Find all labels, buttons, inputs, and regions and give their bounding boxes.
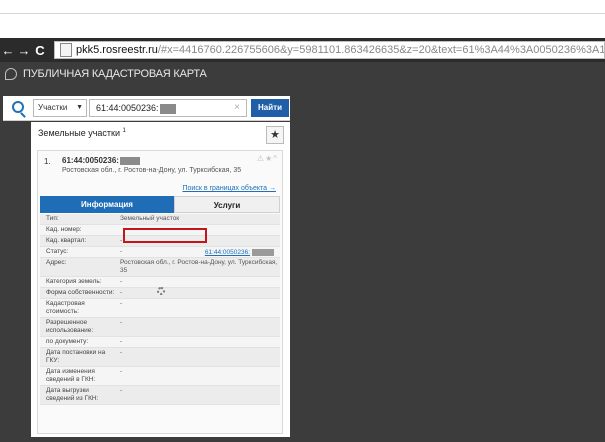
tab-services[interactable]: Услуги [174,196,280,213]
cadastral-number-value[interactable]: 61:44:0050236: [203,248,274,258]
row-label: Дата постановки на ГКУ: [46,349,106,364]
address-bar[interactable]: pkk5.rosreestr.ru/#x=4416760.226755606&y… [54,41,605,59]
boundary-search-link[interactable]: Поиск в границах объекта → [182,185,276,192]
row-label: Разрешенное использование: [46,319,94,334]
table-row: Кадастровая стоимость: - [40,299,280,318]
arrow-right-icon[interactable]: → [16,43,32,58]
cadastral-number-text: 61:44:0050236: [204,249,250,257]
browser-toolbar: ← → C pkk5.rosreestr.ru/#x=4416760.22675… [0,38,605,62]
favorite-button[interactable]: ★ [266,126,284,144]
table-row: Разрешенное использование: - [40,318,280,337]
result-cadastral-number[interactable]: 61:44:0050236: [62,156,140,165]
row-value: - [120,338,123,345]
row-value: Ростовская обл., г. Ростов-на-Дону, ул. … [120,259,278,274]
panel-title: Земельные участки 1 [38,128,126,138]
result-index: 1. [44,157,51,166]
row-label: Кад. номер: [46,226,82,233]
arrow-left-icon[interactable]: ← [0,43,16,58]
highlight-frame [123,228,207,243]
result-tabs: Информация Услуги [40,196,280,213]
row-value: Земельный участок [120,215,180,222]
chevron-down-icon: ▼ [76,104,83,111]
find-button[interactable]: Найти [251,99,289,117]
row-value: - [120,387,123,394]
map-title: ПУБЛИЧНАЯ КАДАСТРОВАЯ КАРТА [5,68,207,80]
tab-info[interactable]: Информация [40,196,174,213]
table-row: Дата изменения сведений в ГКН: - [40,367,280,386]
row-label: Тип: [46,215,59,222]
search-input[interactable]: 61:44:0050236: × [89,99,247,117]
table-row: Тип: Земельный участок [40,214,280,225]
result-address: Ростовская обл., г. Ростов-на-Дону, ул. … [62,167,242,174]
row-value: - [120,368,123,375]
top-blank-area [0,0,605,38]
map-title-text: ПУБЛИЧНАЯ КАДАСТРОВАЯ КАРТА [23,68,207,80]
page-icon [60,43,72,57]
clear-icon[interactable]: × [234,100,240,116]
table-row: Дата постановки на ГКУ: - [40,348,280,367]
row-label: Дата выгрузки сведений из ГКН: [46,387,99,402]
search-bar: Участки ▼ 61:44:0050236: × Найти [3,96,290,121]
search-type-select[interactable]: Участки ▼ [33,99,87,117]
search-type-value: Участки [38,103,68,112]
table-row: Дата выгрузки сведений из ГКН: - [40,386,280,405]
result-action-icons[interactable]: ⚠★^ [257,154,278,163]
row-label: Форма собственности: [46,289,115,296]
result-count: 1 [122,128,126,134]
table-row: по документу: - [40,337,280,348]
redaction-mask [119,156,140,165]
panel-title-text: Земельные участки [38,128,121,138]
row-value: - [120,289,123,296]
row-label: Дата изменения сведений в ГКН: [46,368,96,383]
table-row: Адрес: Ростовская обл., г. Ростов-на-Дону… [40,258,280,277]
url-host: pkk5.rosreestr.ru [76,44,158,56]
row-label: Кадастровая стоимость: [46,300,85,315]
row-value: - [120,349,123,356]
reload-icon[interactable]: C [32,43,48,58]
row-value: - [120,319,123,326]
result-cadastral-text: 61:44:0050236: [62,156,119,165]
search-query: 61:44:0050236: [96,103,159,113]
search-icon[interactable] [12,101,24,113]
row-label: по документу: [46,338,89,345]
loading-spinner-icon [157,287,165,295]
row-label: Статус: [46,248,69,255]
divider [0,13,605,14]
row-value: - [120,278,123,285]
logo-icon [5,68,17,80]
row-label: Кад. квартал: [46,237,87,244]
redaction-mask [159,103,176,114]
url-path: /#x=4416760.226755606&y=5981101.86342663… [157,44,605,56]
redaction-mask [252,249,274,256]
row-value: - [120,300,123,307]
row-label: Адрес: [46,259,67,266]
results-panel: Земельные участки 1 ★ 1. 61:44:0050236: … [31,122,290,437]
row-label: Категория земель: [46,278,102,285]
